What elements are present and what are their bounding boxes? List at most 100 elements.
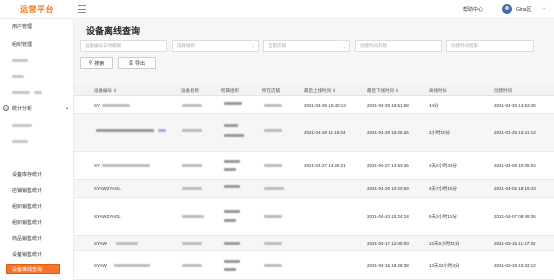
search-button[interactable]: ⚲ 搜索 xyxy=(80,57,113,69)
cell-code: SYAW xyxy=(94,263,107,268)
page-title: 设备离线查询 xyxy=(86,26,141,36)
blurred-cell xyxy=(264,104,282,107)
sidebar-item-label: 设备离线查询 xyxy=(12,266,43,273)
chevron-down-icon[interactable]: ⌄ xyxy=(542,5,546,11)
placeholder-text: 全部店铺 xyxy=(268,43,286,48)
blurred-cell xyxy=(264,164,282,167)
cell-code: SY xyxy=(94,103,101,108)
table-row[interactable]: SY 2021-04-27 14:26:21 2021-04-27 14:53:… xyxy=(74,152,554,180)
help-center-link[interactable]: 帮助中心 xyxy=(463,6,483,13)
table-row[interactable]: SYAW 2021-04-17 12:05:00 12天5小时31分 2021-… xyxy=(74,236,554,251)
blurred-cell xyxy=(224,219,236,222)
store-select[interactable]: 全部店铺 ⌄ xyxy=(263,40,350,52)
sidebar-item-users[interactable]: 用户管理 xyxy=(0,21,74,31)
end-time-input[interactable]: 创建时间结束 xyxy=(446,40,534,52)
sidebar-item-hidden-2[interactable] xyxy=(0,71,74,81)
cell-duration: 13天22小时4分 xyxy=(429,263,460,268)
sidebar-item-store-sales[interactable]: 店铺销售统计 xyxy=(0,185,74,195)
table-row[interactable]: 2021-04-28 11:15:04 2021-04-29 15:26:26 … xyxy=(74,114,554,152)
table-row[interactable]: SYAW 2021-04-15 19:28:38 13天22小时4分 2021-… xyxy=(74,251,554,280)
table-header: 设备编号 ⇕ 设备名称 所属组织 所在店铺 最后上线时间 ⇕ 最后下线时间 ⇕ … xyxy=(74,86,554,96)
column-header-code[interactable]: 设备编号 ⇕ xyxy=(94,88,117,94)
sidebar-item-label: 组织管理 xyxy=(12,41,33,48)
cell-created: 2021-01-25 13:41:12 xyxy=(494,130,536,135)
cell-created: 2021-04-07 09:49:36 xyxy=(494,214,536,219)
sidebar-item-hidden-5[interactable] xyxy=(0,136,74,146)
chevron-down-icon: ⌄ xyxy=(342,44,346,49)
cell-last-offline: 2021-04-25 10:20:59 xyxy=(367,186,409,191)
placeholder-text: 选择组织 xyxy=(177,43,195,48)
export-button-label: 导出 xyxy=(135,60,146,67)
blurred-cell xyxy=(182,104,202,107)
sidebar-item-label: 设备销售统计 xyxy=(12,251,43,258)
blurred-cell xyxy=(224,260,240,263)
chevron-up-icon: ▴ xyxy=(65,105,68,110)
blurred-cell xyxy=(264,187,284,190)
sidebar-item-device-stock[interactable]: 设备库存统计 xyxy=(0,169,74,179)
cell-last-offline: 2021-04-29 16:51:58 xyxy=(367,103,409,108)
blurred-cell xyxy=(182,129,202,132)
cell-code: SYAW xyxy=(94,241,107,246)
search-icon: ⚲ xyxy=(88,60,93,66)
blurred-cell xyxy=(182,215,204,218)
cell-last-offline: 2021-04-23 15:24:18 xyxy=(367,214,409,219)
blurred-cell xyxy=(224,168,236,171)
column-header-created: 创建时间 xyxy=(494,88,512,93)
column-header-last-offline[interactable]: 最后下线时间 ⇕ xyxy=(367,88,399,94)
sidebar-item-hidden-3[interactable] xyxy=(0,87,74,97)
menu-toggle-icon[interactable] xyxy=(78,5,86,13)
column-header-last-online[interactable]: 最后上线时间 ⇕ xyxy=(304,88,336,94)
cell-created: 2021-04-02 19:19:43 xyxy=(494,186,536,191)
username[interactable]: Gina区 xyxy=(516,6,532,13)
blurred-label xyxy=(34,90,42,94)
cell-last-online: 2021-04-27 14:26:21 xyxy=(304,163,346,168)
blurred-cell xyxy=(224,268,236,271)
sidebar-item-hidden-1[interactable] xyxy=(0,55,74,65)
sidebar-group-stats[interactable]: ◷ 统计分析 ▴ xyxy=(0,103,74,113)
sidebar-item-org[interactable]: 组织管理 xyxy=(0,39,74,49)
export-button[interactable]: ⎙ 导出 xyxy=(118,57,156,69)
sidebar-item-label: 用户管理 xyxy=(12,23,33,30)
blurred-label xyxy=(12,123,32,127)
blurred-cell xyxy=(158,129,166,132)
device-code-input[interactable]: 设备编号支持模糊 xyxy=(80,40,167,52)
blurred-cell xyxy=(224,102,242,105)
sidebar-item-label: 组织销售统计 xyxy=(12,203,43,210)
blurred-cell xyxy=(182,187,202,190)
table-row[interactable]: SY 2021-04-29 16:40:13 2021-04-29 16:51:… xyxy=(74,96,554,114)
blurred-label xyxy=(12,139,28,143)
export-icon: ⎙ xyxy=(128,60,133,66)
blurred-cell xyxy=(264,129,282,132)
sidebar-item-hidden-4[interactable] xyxy=(0,120,74,130)
brand-logo[interactable]: 运营平台 xyxy=(0,0,74,19)
blurred-cell xyxy=(182,164,202,167)
table-row[interactable]: SYAW2YAOL 2021-04-25 10:20:59 4天7小时15分 2… xyxy=(74,180,554,198)
sidebar-item-device-offline[interactable]: 设备离线查询 xyxy=(6,264,60,274)
blurred-cell xyxy=(224,210,240,213)
column-header-org: 所属组织 xyxy=(221,88,239,93)
blurred-label xyxy=(12,58,28,62)
blurred-cell xyxy=(182,264,202,267)
sidebar-item-product-sales[interactable]: 商品销售统计 xyxy=(0,233,74,243)
blurred-cell xyxy=(102,164,150,167)
cell-last-offline: 2021-04-27 14:53:36 xyxy=(367,163,409,168)
sidebar-item-org-sales-2[interactable]: 组织销售统计 xyxy=(0,217,74,227)
avatar[interactable] xyxy=(502,4,512,14)
table-row[interactable]: SYAW2YAOL 2021-04-23 15:24:18 6天2小时12分 2… xyxy=(74,198,554,236)
placeholder-text: 创建时间开始 xyxy=(360,43,387,48)
org-select[interactable]: 选择组织 ⌄ xyxy=(172,40,259,52)
blurred-cell xyxy=(224,124,238,127)
blurred-label xyxy=(12,90,30,94)
blurred-cell xyxy=(264,264,282,267)
sidebar-item-device-sales[interactable]: 设备销售统计 xyxy=(0,249,74,259)
blurred-cell xyxy=(224,185,240,188)
column-header-name: 设备名称 xyxy=(181,88,199,93)
sidebar-item-org-sales-1[interactable]: 组织销售统计 xyxy=(0,201,74,211)
blurred-cell xyxy=(224,242,240,245)
column-header-duration: 离线时长 xyxy=(429,88,447,93)
search-button-label: 搜索 xyxy=(94,60,105,67)
cell-duration: 2天2小时43分 xyxy=(429,163,458,168)
sidebar-item-label: 设备库存统计 xyxy=(12,171,43,178)
cell-created: 2021-04-09 10:05:04 xyxy=(494,163,536,168)
start-time-input[interactable]: 创建时间开始 xyxy=(355,40,442,52)
